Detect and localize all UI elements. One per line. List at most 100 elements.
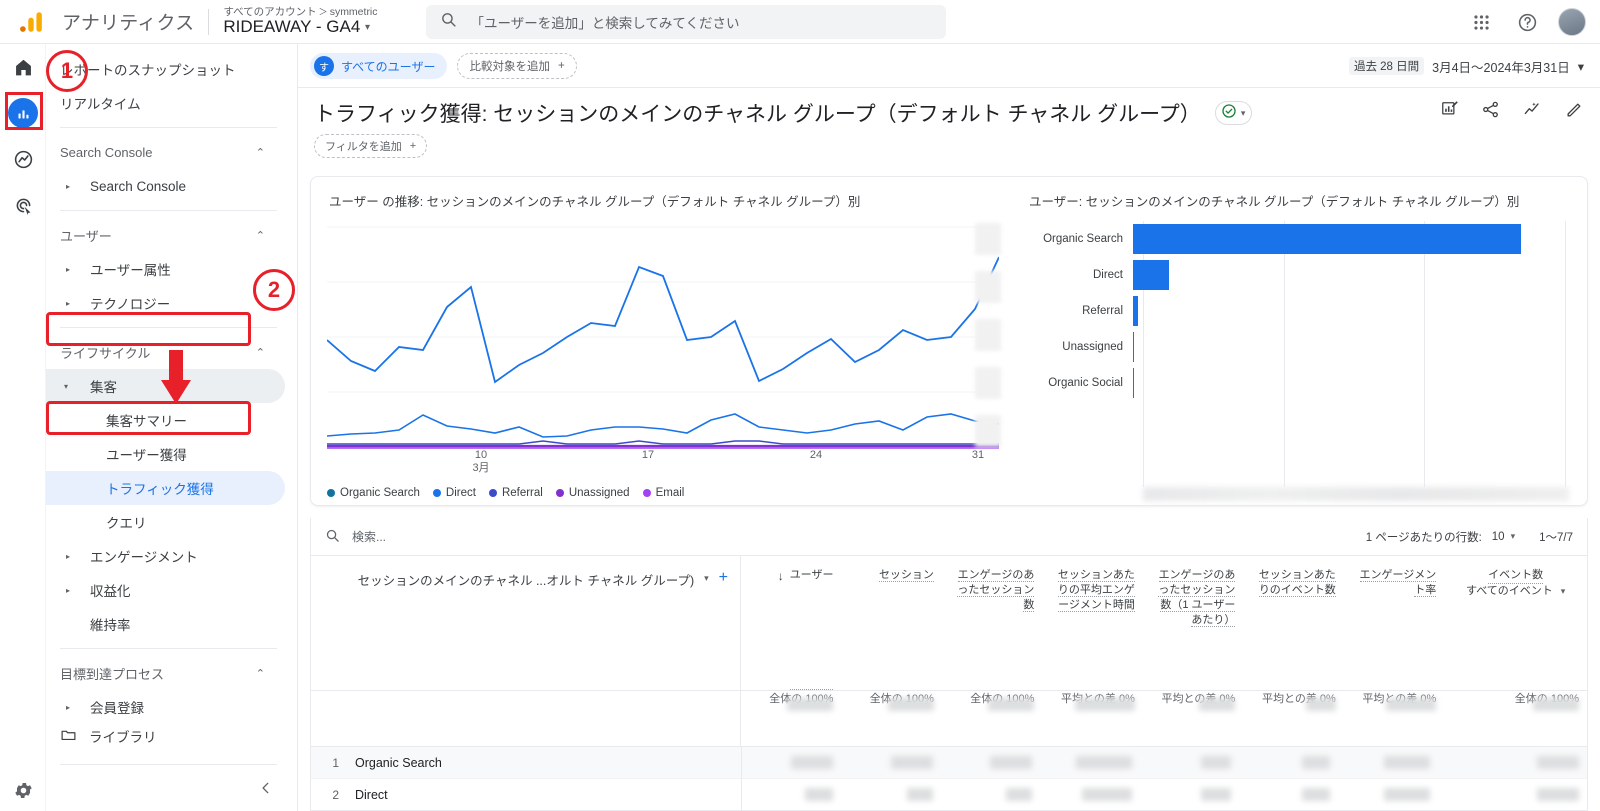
- bar-track: [1133, 329, 1569, 365]
- bar-row[interactable]: Unassigned: [1021, 329, 1569, 365]
- chevron-up-icon[interactable]: ⌃: [256, 229, 265, 242]
- row-dimension-value[interactable]: Organic Search: [355, 756, 741, 770]
- table-header-avg-engagement-time[interactable]: セッションあたりの平均エンゲージメント時間: [1042, 556, 1142, 690]
- bar-row[interactable]: Direct: [1021, 257, 1569, 293]
- chevron-down-icon[interactable]: ▾: [1561, 585, 1566, 597]
- line-chart-title: ユーザー の推移: セッションのメインのチャネル グループ（デフォルト チャネル…: [329, 195, 861, 209]
- help-icon[interactable]: [1512, 7, 1542, 37]
- bar-row[interactable]: Organic Social: [1021, 365, 1569, 401]
- sidebar-item-engagement[interactable]: ▸ エンゲージメント: [46, 539, 285, 573]
- sidebar-item-tech[interactable]: ▸ テクノロジー: [46, 286, 285, 320]
- sidebar-item-retention[interactable]: 維持率: [46, 607, 285, 641]
- sidebar-item-monetization[interactable]: ▸ 収益化: [46, 573, 285, 607]
- row-cell: [1438, 779, 1587, 811]
- bar-track: [1133, 365, 1569, 401]
- chevron-up-icon[interactable]: ⌃: [256, 667, 265, 680]
- add-filter-button[interactable]: フィルタを追加 +: [314, 134, 428, 158]
- property-name[interactable]: RIDEAWAY - GA4 ▾: [223, 18, 377, 36]
- bar-row[interactable]: Referral: [1021, 293, 1569, 329]
- legend-item-unassigned[interactable]: Unassigned: [555, 487, 630, 499]
- legend-item-organic-search[interactable]: Organic Search: [327, 487, 420, 499]
- bar-row[interactable]: Organic Search: [1021, 221, 1569, 257]
- row-metric-cells: [741, 746, 1587, 779]
- add-comparison-button[interactable]: 比較対象を追加 +: [457, 53, 577, 79]
- sidebar-item-label: レポートのスナップショット: [60, 63, 236, 78]
- audience-chip-all-users[interactable]: す すべてのユーザー: [310, 53, 448, 79]
- edit-report-icon[interactable]: [1440, 100, 1459, 124]
- data-quality-badge[interactable]: ▾: [1214, 101, 1253, 125]
- rows-per-page-select[interactable]: 10 ▾: [1492, 531, 1515, 543]
- breadcrumb-separator: ＞: [318, 7, 328, 18]
- sidebar-item-reports-snapshot[interactable]: レポートのスナップショット: [46, 52, 285, 86]
- x-tick-value: 24: [809, 449, 823, 461]
- summary-metric-cells: 全体の 100% 全体の 100% 全体の 100% 平均との差 0%: [741, 690, 1587, 746]
- chevron-up-icon[interactable]: ⌃: [256, 146, 265, 159]
- sidebar-item-user-acquisition[interactable]: ユーザー獲得: [46, 437, 285, 471]
- sidebar-item-label: 収益化: [90, 584, 131, 599]
- table-header-sessions[interactable]: セッション: [841, 556, 941, 690]
- top-bar: アナリティクス すべてのアカウント＞ symmetric RIDEAWAY - G…: [0, 0, 1600, 44]
- summary-cell: 平均との差 0%: [1042, 690, 1142, 746]
- users-by-channel-bar-chart[interactable]: Organic Search Direct Referral Unassigne…: [1021, 221, 1569, 501]
- table-search[interactable]: 検索...: [325, 528, 386, 546]
- redacted-value: [1305, 698, 1336, 711]
- share-icon[interactable]: [1481, 100, 1500, 124]
- table-header-engaged-sessions[interactable]: エンゲージのあったセッション数: [942, 556, 1042, 690]
- sidebar-collapse-button[interactable]: [251, 773, 281, 803]
- sidebar-library[interactable]: ライブラリ: [46, 719, 297, 753]
- table-row[interactable]: 1 Organic Search: [311, 746, 1587, 779]
- apps-grid-icon[interactable]: [1466, 7, 1496, 37]
- analytics-logo-icon[interactable]: [0, 9, 62, 35]
- sidebar-separator: [60, 648, 277, 649]
- rows-per-page-value: 10: [1491, 530, 1505, 543]
- sidebar-item-traffic-acquisition[interactable]: トラフィック獲得: [46, 471, 285, 505]
- legend-item-email[interactable]: Email: [642, 487, 684, 499]
- line-chart-x-axis: 10 3月 17 24 31: [327, 449, 999, 483]
- sidebar-item-search-console[interactable]: ▸ Search Console: [46, 169, 285, 203]
- sidebar-item-acquisition-overview[interactable]: 集客サマリー: [46, 403, 285, 437]
- sidebar-item-acquisition[interactable]: ▾ 集客: [46, 369, 285, 403]
- insights-icon[interactable]: [1522, 100, 1543, 124]
- rail-item-reports[interactable]: [0, 90, 46, 136]
- date-range-picker[interactable]: 過去 28 日間 3月4日〜2024年3月31日 ▾: [1348, 44, 1584, 88]
- legend-item-direct[interactable]: Direct: [432, 487, 476, 499]
- rail-item-explore[interactable]: [0, 136, 46, 182]
- redacted-value: [1074, 698, 1135, 711]
- global-search[interactable]: 「ユーザーを追加」と検索してみてください: [425, 4, 946, 39]
- table-header-engaged-sessions-per-user[interactable]: エンゲージのあったセッション数（1 ユーザーあたり）: [1143, 556, 1243, 690]
- avatar[interactable]: [1558, 8, 1586, 36]
- redacted-value: [1302, 755, 1331, 769]
- legend-dot: [327, 489, 335, 497]
- row-metric-cells: [741, 778, 1587, 811]
- redacted-value: [1006, 787, 1033, 801]
- account-selector[interactable]: すべてのアカウント＞ symmetric RIDEAWAY - GA4 ▾: [209, 7, 377, 36]
- x-tick: 24: [810, 449, 822, 462]
- sidebar-item-library[interactable]: ライブラリ: [46, 719, 297, 753]
- sidebar-item-queries[interactable]: クエリ: [46, 505, 285, 539]
- rail-item-admin[interactable]: [0, 780, 46, 801]
- table-header-events-per-session[interactable]: セッションあたりのイベント数: [1243, 556, 1343, 690]
- add-dimension-icon[interactable]: +: [719, 570, 728, 586]
- chevron-up-icon[interactable]: ⌃: [256, 346, 265, 359]
- rail-item-advertising[interactable]: [0, 182, 46, 228]
- rail-item-home[interactable]: [0, 44, 46, 90]
- row-dimension-value[interactable]: Direct: [355, 788, 741, 802]
- table-header-dimension[interactable]: セッションのメインのチャネル ...オルト チャネル グループ) ▾ +: [311, 556, 741, 690]
- summary-cell: 全体の 100%: [1444, 690, 1587, 746]
- table-row[interactable]: 2 Direct: [311, 778, 1587, 811]
- summary-cell: 全体の 100%: [841, 690, 941, 746]
- legend-item-referral[interactable]: Referral: [488, 487, 543, 499]
- redacted-value: [787, 698, 834, 711]
- table-header-event-count[interactable]: イベント数 すべてのイベント ▾: [1444, 556, 1587, 690]
- series-direct: [327, 413, 999, 438]
- metric-header-sub-label: すべてのイベント: [1465, 584, 1553, 597]
- row-cell: [1239, 747, 1338, 779]
- chevron-down-icon[interactable]: ▾: [704, 570, 709, 584]
- pencil-icon[interactable]: [1565, 100, 1584, 124]
- users-over-time-line-chart[interactable]: [327, 219, 999, 449]
- table-header-users[interactable]: ↓ ユーザー: [741, 556, 841, 690]
- check-circle-icon: [1221, 103, 1237, 124]
- sidebar-item-realtime[interactable]: リアルタイム: [46, 86, 285, 120]
- sidebar-item-demographics[interactable]: ▸ ユーザー属性: [46, 252, 285, 286]
- table-header-engagement-rate[interactable]: エンゲージメント率: [1344, 556, 1444, 690]
